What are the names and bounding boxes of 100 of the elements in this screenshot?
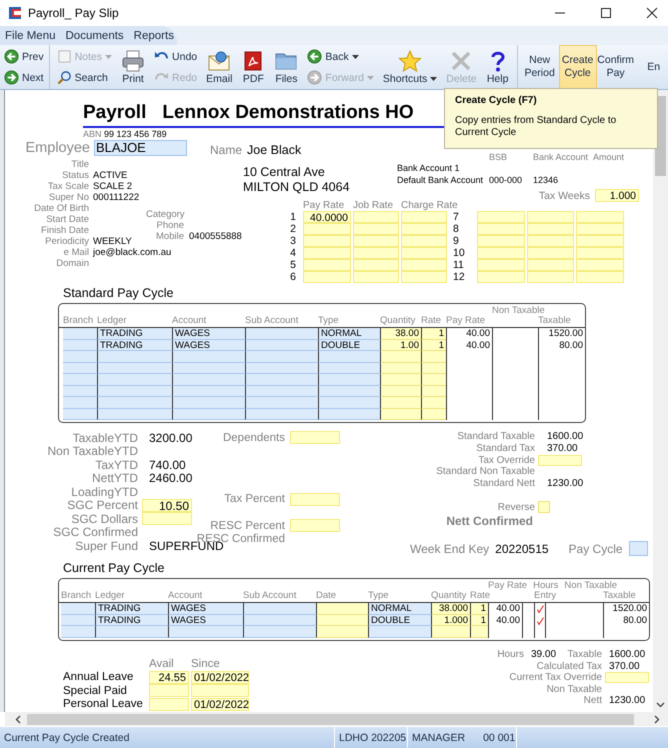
- cell-field[interactable]: [97, 408, 172, 420]
- leave-since-field[interactable]: 01/02/2022: [191, 670, 249, 684]
- scroll-left-icon[interactable]: [15, 714, 21, 724]
- cell-field[interactable]: [63, 340, 97, 351]
- scroll-down-icon[interactable]: [656, 702, 665, 708]
- rate-field[interactable]: [477, 259, 525, 271]
- cell-field[interactable]: 38.000: [431, 603, 470, 615]
- cell-field[interactable]: TRADING: [95, 614, 168, 626]
- rate-field[interactable]: [576, 223, 624, 235]
- horizontal-scrollbar[interactable]: [5, 712, 668, 726]
- rate-field[interactable]: [303, 259, 351, 271]
- rate-field[interactable]: [576, 235, 624, 247]
- rate-field[interactable]: [303, 271, 351, 283]
- toolbar-button[interactable]: Back: [305, 46, 376, 67]
- cell-field[interactable]: [63, 408, 97, 420]
- cell-field[interactable]: DOUBLE: [318, 340, 380, 351]
- tax-weeks-field[interactable]: 1.000: [595, 189, 639, 202]
- cell-field[interactable]: [316, 603, 368, 615]
- cell-field[interactable]: [172, 351, 245, 362]
- cell-field[interactable]: NORMAL: [368, 603, 431, 615]
- rate-field[interactable]: [527, 247, 574, 259]
- input-field[interactable]: [290, 492, 340, 506]
- rate-field[interactable]: [303, 223, 351, 235]
- rate-field[interactable]: [527, 271, 574, 283]
- cell-field[interactable]: [63, 374, 97, 386]
- cell-field[interactable]: [63, 362, 97, 374]
- toolbar-button[interactable]: Search: [54, 67, 114, 88]
- cell-field[interactable]: 1.00: [380, 340, 421, 351]
- cell-field[interactable]: [316, 626, 368, 638]
- cell-field[interactable]: [380, 397, 421, 408]
- scroll-right-icon[interactable]: [654, 714, 660, 724]
- cell-field[interactable]: [95, 626, 168, 638]
- toolbar-button[interactable]: New Period: [520, 45, 559, 89]
- cell-field[interactable]: [380, 362, 421, 374]
- toolbar-button[interactable]: Next: [2, 67, 46, 88]
- rate-field[interactable]: [303, 235, 351, 247]
- input-field[interactable]: [290, 431, 340, 444]
- cell-field[interactable]: TRADING: [97, 328, 172, 340]
- maximize-icon[interactable]: [600, 7, 612, 19]
- rate-field[interactable]: [576, 271, 624, 283]
- input-field[interactable]: 10.50: [142, 498, 192, 512]
- rate-field[interactable]: [401, 247, 447, 259]
- rate-field[interactable]: [401, 211, 447, 223]
- cell-field[interactable]: [245, 351, 318, 362]
- cell-field[interactable]: [318, 362, 380, 374]
- close-icon[interactable]: [646, 7, 658, 19]
- cell-field[interactable]: TRADING: [97, 340, 172, 351]
- rate-field[interactable]: [353, 259, 399, 271]
- cell-field[interactable]: 1: [421, 328, 446, 340]
- toolbar-button[interactable]: PDF: [239, 45, 268, 89]
- cell-field[interactable]: [421, 397, 446, 408]
- rate-field[interactable]: [477, 223, 525, 235]
- vertical-scrollbar[interactable]: [653, 90, 668, 712]
- cell-field[interactable]: [421, 362, 446, 374]
- rate-field[interactable]: [527, 259, 574, 271]
- scrollbar-thumb[interactable]: [27, 714, 634, 724]
- table-cell[interactable]: [534, 614, 545, 626]
- employee-code-field[interactable]: BLAJOE: [94, 140, 187, 156]
- cell-field[interactable]: WAGES: [172, 328, 245, 340]
- cell-field[interactable]: 38.00: [380, 328, 421, 340]
- cell-field[interactable]: [421, 408, 446, 420]
- cell-field[interactable]: WAGES: [172, 340, 245, 351]
- cell-field[interactable]: 1.000: [431, 614, 470, 626]
- cell-field[interactable]: [168, 626, 243, 638]
- rate-field[interactable]: [477, 271, 525, 283]
- toolbar-button[interactable]: Print: [119, 45, 148, 89]
- menu-item[interactable]: File Menu: [5, 30, 56, 42]
- rate-field[interactable]: [527, 235, 574, 247]
- cell-field[interactable]: [318, 386, 380, 397]
- cell-field[interactable]: [368, 626, 431, 638]
- toolbar-button[interactable]: Help: [484, 45, 512, 89]
- toolbar-button[interactable]: Files: [272, 45, 300, 89]
- rate-field[interactable]: [477, 211, 525, 223]
- cell-field[interactable]: [380, 374, 421, 386]
- cell-field[interactable]: WAGES: [168, 603, 243, 615]
- toolbar-button[interactable]: Create Cycle: [558, 45, 597, 89]
- cell-field[interactable]: [245, 328, 318, 340]
- toolbar-button[interactable]: Confirm Pay: [596, 45, 635, 89]
- table-cell[interactable]: [534, 603, 545, 615]
- cell-field[interactable]: [97, 351, 172, 362]
- cell-field[interactable]: [63, 386, 97, 397]
- rate-field[interactable]: [401, 259, 447, 271]
- toolbar-button[interactable]: En: [634, 45, 668, 89]
- rate-field[interactable]: [353, 247, 399, 259]
- rate-field[interactable]: [401, 235, 447, 247]
- cell-field[interactable]: NORMAL: [318, 328, 380, 340]
- cell-field[interactable]: [61, 614, 95, 626]
- rate-field[interactable]: [527, 223, 574, 235]
- rate-field[interactable]: 40.0000: [303, 211, 351, 223]
- cell-field[interactable]: [172, 386, 245, 397]
- toolbar-button[interactable]: Prev: [2, 46, 46, 67]
- cell-field[interactable]: [245, 408, 318, 420]
- cell-field[interactable]: [318, 408, 380, 420]
- cell-field[interactable]: DOUBLE: [368, 614, 431, 626]
- cell-field[interactable]: 1: [470, 603, 488, 615]
- cell-field[interactable]: [243, 614, 316, 626]
- rate-field[interactable]: [353, 211, 399, 223]
- leave-available-field[interactable]: [149, 684, 189, 698]
- rate-field[interactable]: [576, 259, 624, 271]
- rate-field[interactable]: [401, 271, 447, 283]
